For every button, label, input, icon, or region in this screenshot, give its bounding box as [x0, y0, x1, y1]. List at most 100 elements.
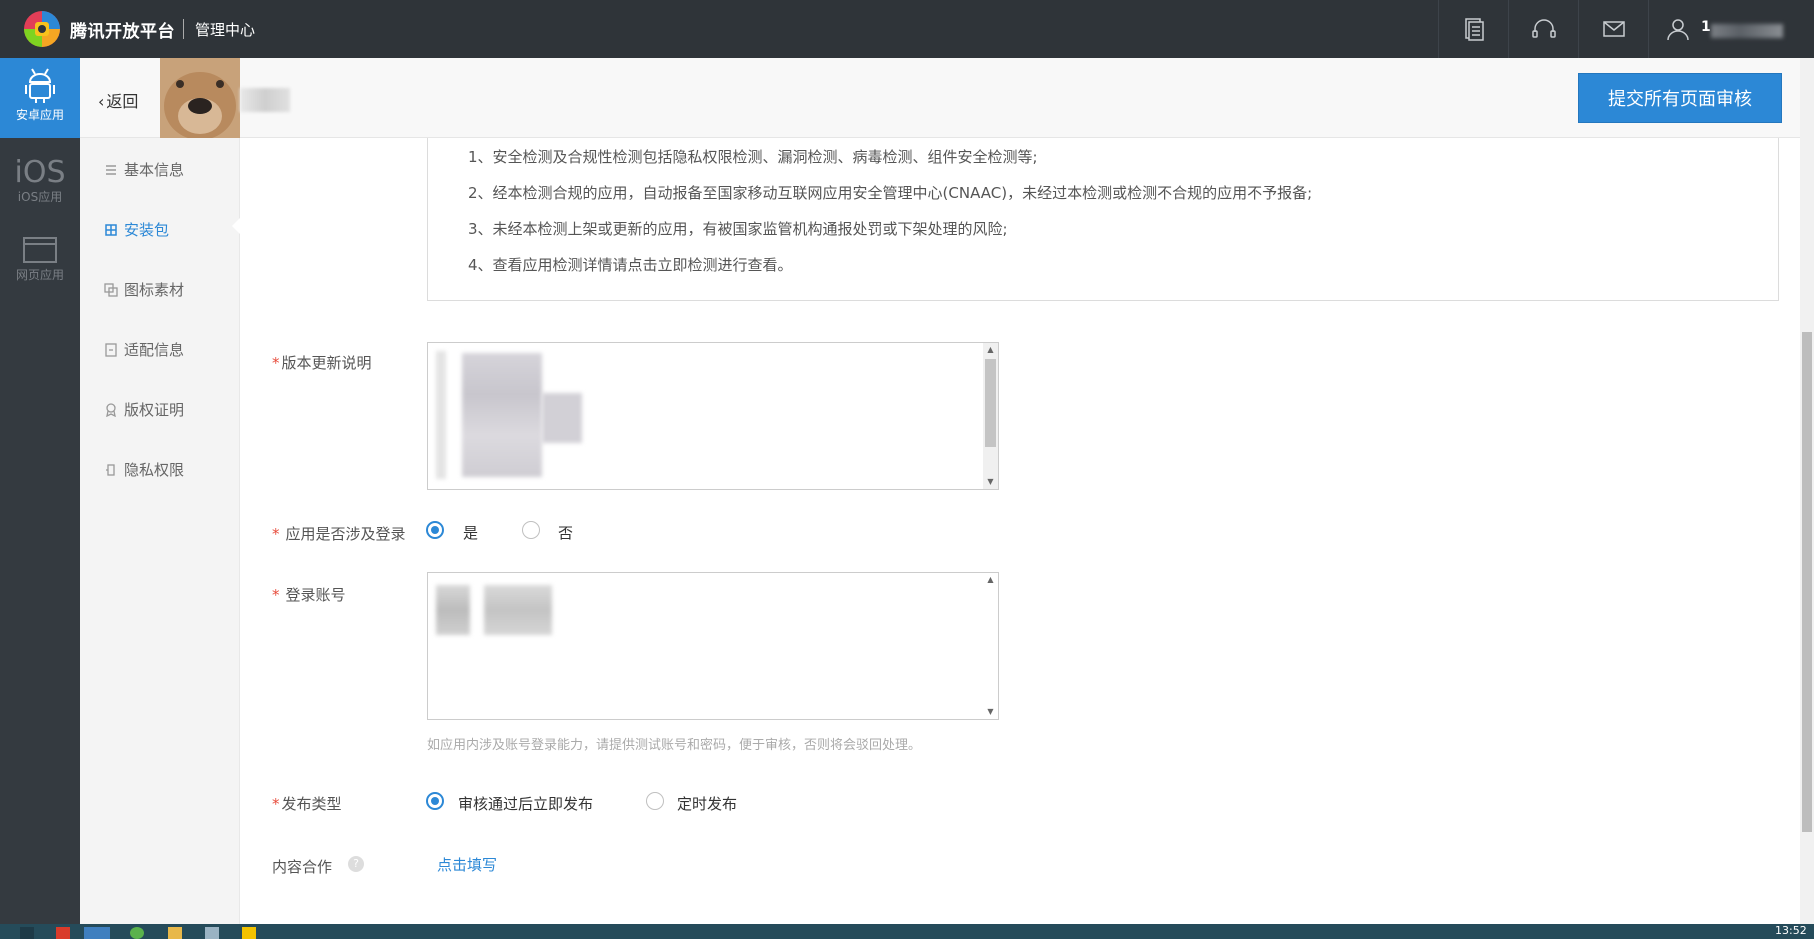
nav-item-adaptation[interactable]: 适配信息: [104, 339, 184, 360]
account-label-text: 登录账号: [285, 586, 346, 604]
notice-line: 1、安全检测及合规性检测包括隐私权限检测、漏洞检测、病毒检测、组件安全检测等;: [468, 148, 1038, 166]
redacted-text: [436, 585, 470, 635]
taskbar-browser-icon[interactable]: [84, 927, 110, 939]
sidebar-item-web[interactable]: 网页应用: [0, 226, 80, 306]
award-icon: [106, 402, 116, 417]
notice-line: 4、查看应用检测详情请点击立即检测进行查看。: [468, 256, 793, 274]
required-mark: *: [272, 354, 280, 372]
taskbar-wechat-icon[interactable]: [130, 927, 144, 939]
document-icon: [1464, 18, 1484, 41]
nav-item-label: 隐私权限: [124, 461, 185, 479]
username: 1: [1701, 19, 1711, 35]
login-no-label[interactable]: 否: [558, 522, 573, 543]
sidebar-item-label: 安卓应用: [15, 108, 64, 122]
sub-header: ‹ 返回 提交所有页面审核: [80, 58, 1800, 138]
sidebar-item-android[interactable]: 安卓应用: [0, 58, 80, 138]
textarea-scrollbar[interactable]: ▲ ▼: [983, 343, 998, 489]
account-hint: 如应用内涉及账号登录能力，请提供测试账号和密码，便于审核，否则将会驳回处理。: [427, 738, 922, 753]
help-icon[interactable]: ?: [348, 856, 364, 872]
required-mark: *: [272, 525, 280, 543]
redacted-text: [484, 585, 552, 635]
support-button[interactable]: [1508, 0, 1578, 58]
nav-active-indicator: [232, 216, 242, 236]
section-nav: 基本信息 安装包 图标素材 适配信息 版权证明 隐私权限: [80, 138, 240, 924]
list-icon: [106, 164, 116, 175]
headset-icon: [1531, 19, 1556, 38]
user-icon: [1667, 19, 1689, 41]
ios-icon: iOS: [14, 155, 66, 190]
login-yes-label[interactable]: 是: [463, 522, 478, 543]
taskbar-notes-icon[interactable]: [242, 927, 256, 939]
login-yes-radio[interactable]: [426, 521, 444, 539]
login-no-radio[interactable]: [522, 521, 540, 539]
scroll-up-icon[interactable]: ▲: [983, 343, 998, 357]
taskbar-folder-icon[interactable]: [168, 927, 182, 939]
app-name-redacted: [240, 88, 290, 112]
scroll-down-icon[interactable]: ▼: [983, 475, 998, 489]
publish-immediate-radio[interactable]: [426, 792, 444, 810]
nav-item-copyright[interactable]: 版权证明: [104, 399, 184, 420]
page-scrollbar-thumb[interactable]: [1802, 332, 1812, 832]
scroll-up-icon[interactable]: ▲: [983, 573, 998, 587]
publish-immediate-label[interactable]: 审核通过后立即发布: [458, 793, 593, 814]
app-icon: [160, 58, 240, 138]
username-redacted: [1711, 24, 1783, 38]
top-bar: 腾讯开放平台 管理中心 1: [0, 0, 1814, 58]
taskbar-app-icon[interactable]: [20, 927, 34, 939]
nav-item-label: 图标素材: [124, 281, 185, 299]
publish-type-label: * 发布类型: [272, 793, 342, 814]
user-menu[interactable]: 1: [1648, 0, 1798, 58]
page-scrollbar[interactable]: [1800, 58, 1814, 924]
nav-item-package[interactable]: 安装包: [104, 219, 169, 240]
redacted-text: [436, 351, 446, 479]
sidebar-item-ios[interactable]: iOS iOS应用: [0, 146, 80, 226]
nav-item-basic-info[interactable]: 基本信息: [104, 159, 184, 180]
account-label: * 登录账号: [272, 584, 346, 605]
update-notes-label-text: 版本更新说明: [281, 354, 372, 372]
app-type-sidebar: 安卓应用 iOS iOS应用 网页应用: [0, 58, 80, 924]
content-coop-label: 内容合作: [272, 858, 333, 876]
back-label: 返回: [106, 92, 139, 111]
nav-item-label: 基本信息: [124, 161, 185, 179]
os-taskbar: 13:52: [0, 924, 1814, 939]
publish-scheduled-label[interactable]: 定时发布: [677, 793, 737, 814]
sidebar-item-label: iOS应用: [17, 190, 63, 204]
brand-subtitle[interactable]: 管理中心: [195, 19, 255, 40]
grid-icon: [105, 223, 117, 236]
notice-line: 3、未经本检测上架或更新的应用，有被国家监管机构通报处罚或下架处理的风险;: [468, 220, 1008, 238]
chevron-left-icon: ‹: [98, 92, 105, 111]
scroll-down-icon[interactable]: ▼: [983, 705, 998, 719]
update-notes-textarea[interactable]: ▲ ▼: [427, 342, 999, 490]
brand-divider: [183, 19, 184, 39]
redacted-text: [542, 393, 582, 443]
taskbar-app-icon[interactable]: [205, 927, 219, 939]
back-button[interactable]: ‹ 返回: [98, 88, 138, 112]
update-notes-label: * 版本更新说明: [272, 352, 372, 373]
docs-button[interactable]: [1438, 0, 1508, 58]
doc-icon: [105, 342, 117, 357]
notice-line: 2、经本检测合规的应用，自动报备至国家移动互联网应用安全管理中心(CNAAC)，…: [468, 184, 1313, 202]
nav-item-privacy[interactable]: 隐私权限: [104, 459, 184, 480]
scrollbar-thumb[interactable]: [985, 359, 996, 447]
login-question-label-text: 应用是否涉及登录: [285, 525, 406, 543]
redacted-text: [462, 353, 542, 477]
tencent-logo-icon[interactable]: [22, 9, 62, 49]
account-textarea[interactable]: ▲ ▼: [427, 572, 999, 720]
required-mark: *: [272, 586, 280, 604]
nav-item-icon-assets[interactable]: 图标素材: [104, 279, 184, 300]
nav-item-label: 版权证明: [124, 401, 185, 419]
login-question-label: * 应用是否涉及登录: [272, 523, 406, 544]
taskbar-app-icon[interactable]: [56, 927, 70, 939]
taskbar-clock[interactable]: 13:52: [1775, 924, 1807, 937]
lock-icon: [106, 463, 115, 476]
textarea-scrollbar[interactable]: ▲ ▼: [983, 573, 998, 719]
content-coop-link[interactable]: 点击填写: [437, 854, 497, 875]
submit-all-review-button[interactable]: 提交所有页面审核: [1578, 73, 1782, 123]
publish-type-label-text: 发布类型: [281, 795, 342, 813]
android-icon: [25, 68, 55, 103]
image-icon: [104, 282, 118, 297]
brand-title[interactable]: 腾讯开放平台: [70, 17, 175, 42]
mail-icon: [1602, 21, 1625, 37]
messages-button[interactable]: [1578, 0, 1648, 58]
publish-scheduled-radio[interactable]: [646, 792, 664, 810]
